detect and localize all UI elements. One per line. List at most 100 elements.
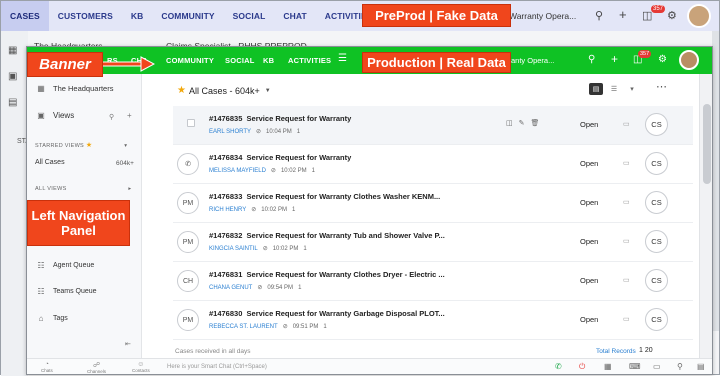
preprod-user-avatar[interactable]	[687, 4, 711, 28]
table-row[interactable]: PM #1476830 Service Request for Warranty…	[173, 301, 693, 340]
bottom-tab-chats[interactable]: ◔ Chats	[41, 361, 53, 373]
production-tab-kb[interactable]: KB	[263, 47, 274, 74]
keyboard-icon[interactable]: ⌨	[629, 362, 641, 371]
delete-icon[interactable]: 🗑	[531, 119, 540, 127]
screen-icon[interactable]: ▭	[653, 362, 661, 371]
table-row[interactable]: ✆ #1476834 Service Request for Warranty …	[173, 145, 693, 184]
production-add-icon[interactable]: +	[611, 52, 618, 66]
row-checkbox[interactable]	[187, 119, 195, 127]
assignee-avatar[interactable]: CS	[645, 269, 668, 292]
list-view-icon[interactable]: ▤	[589, 83, 603, 95]
production-tab-activities[interactable]: ACTIVITIES	[288, 47, 331, 74]
case-status[interactable]: Open	[580, 315, 598, 324]
grid-icon[interactable]: ▦	[604, 362, 612, 371]
nav-tags[interactable]: ⌂ Tags	[35, 314, 68, 323]
nav-headquarters-label: The Headquarters	[53, 84, 114, 93]
notes-icon[interactable]: ▤	[697, 362, 705, 371]
preprod-search-icon[interactable]: ⚲	[595, 9, 603, 22]
search-icon[interactable]: ⚲	[677, 362, 683, 371]
table-row[interactable]: CH #1476831 Service Request for Warranty…	[173, 262, 693, 301]
star-icon: ★	[85, 142, 93, 149]
case-status[interactable]: Open	[580, 276, 598, 285]
case-title[interactable]: #1476835 Service Request for Warranty	[209, 114, 351, 123]
case-contact[interactable]: MELISSA MAYFIELD	[209, 168, 266, 174]
case-contact[interactable]: CHANA GENUT	[209, 285, 252, 291]
power-icon[interactable]: ⏻	[579, 362, 585, 372]
table-row[interactable]: PM #1476832 Service Request for Warranty…	[173, 223, 693, 262]
nav-headquarters[interactable]: ▦ The Headquarters	[35, 84, 113, 93]
comment-icon[interactable]: ▭	[623, 237, 630, 245]
preprod-tab-kb[interactable]: KB	[122, 1, 152, 31]
table-row[interactable]: #1476835 Service Request for Warranty EA…	[173, 106, 693, 145]
assignee-avatar[interactable]: CS	[645, 191, 668, 214]
preprod-callout: PreProd | Fake Data	[362, 4, 511, 27]
preprod-grid-icon[interactable]: ▦	[8, 45, 17, 56]
case-contact[interactable]: KINGCIA SAINTIL	[209, 246, 258, 252]
case-status[interactable]: Open	[580, 198, 598, 207]
table-row[interactable]: PM #1476833 Service Request for Warranty…	[173, 184, 693, 223]
list-view-selector[interactable]: ★ All Cases - 604k+ ▼	[177, 85, 271, 96]
nav-views[interactable]: ▣ Views	[35, 111, 74, 120]
nav-agent-queue[interactable]: ☷ Agent Queue	[35, 261, 94, 270]
preprod-settings-icon[interactable]: ⚙	[667, 9, 677, 22]
assignee-avatar[interactable]: CS	[645, 230, 668, 253]
preprod-print-icon[interactable]: ▤	[8, 97, 17, 108]
scrollbar-thumb[interactable]	[703, 104, 711, 184]
case-contact[interactable]: RICH HENRY	[209, 207, 246, 213]
preprod-tab-social[interactable]: SOCIAL	[224, 1, 275, 31]
nav-starred-views-header[interactable]: STARRED VIEWS ★ ▾	[35, 141, 127, 149]
preprod-views-icon[interactable]: ▣	[8, 71, 17, 82]
bottom-tab-contacts[interactable]: ☺ Contacts	[132, 361, 150, 373]
case-title[interactable]: #1476833 Service Request for Warranty Cl…	[209, 192, 440, 201]
comment-icon[interactable]: ▭	[623, 276, 630, 284]
production-department-selector[interactable]: anty Opera...	[511, 47, 554, 74]
case-title[interactable]: #1476831 Service Request for Warranty Cl…	[209, 270, 445, 279]
views-add-icon[interactable]: +	[127, 111, 132, 120]
chevron-down-icon[interactable]: ▾	[625, 83, 639, 95]
nav-all-views-header[interactable]: ALL VIEWS ▸	[35, 186, 131, 192]
edit-icon[interactable]: ✎	[519, 119, 525, 127]
production-settings-icon[interactable]: ⚙	[658, 54, 667, 65]
total-records-link[interactable]: Total Records	[596, 348, 636, 355]
nav-all-cases[interactable]: All Cases	[35, 159, 65, 166]
comment-icon[interactable]: ▭	[623, 120, 630, 128]
case-status[interactable]: Open	[580, 120, 598, 129]
assignee-avatar[interactable]: CS	[645, 113, 668, 136]
preprod-tab-customers[interactable]: CUSTOMERS	[49, 1, 122, 31]
list-scrollbar[interactable]	[699, 74, 712, 364]
assignee-avatar[interactable]: CS	[645, 308, 668, 331]
preprod-department-selector[interactable]: Warranty Opera...	[509, 1, 576, 31]
production-user-avatar[interactable]	[679, 50, 699, 70]
preprod-tab-cases[interactable]: CASES	[1, 1, 49, 31]
case-title[interactable]: #1476834 Service Request for Warranty	[209, 153, 351, 162]
table-view-icon[interactable]: ☰	[607, 83, 621, 95]
preprod-tab-chat[interactable]: CHAT	[274, 1, 315, 31]
views-search-icon[interactable]: ⚲	[109, 113, 114, 121]
thread-count: 1	[298, 284, 302, 291]
page-size-selector[interactable]: 1 20	[639, 347, 653, 354]
smart-chat-input[interactable]: Here is your Smart Chat (Ctrl+Space)	[167, 364, 267, 370]
phone-icon[interactable]: ✆	[555, 362, 562, 371]
production-menu-icon[interactable]: ☰	[338, 53, 347, 64]
case-title[interactable]: #1476832 Service Request for Warranty Tu…	[209, 231, 445, 240]
case-status[interactable]: Open	[580, 237, 598, 246]
collapse-panel-icon[interactable]: ⇤	[125, 340, 131, 348]
preprod-tab-community[interactable]: COMMUNITY	[152, 1, 223, 31]
comment-icon[interactable]: ▭	[623, 198, 630, 206]
more-options-icon[interactable]: ⋯	[656, 80, 667, 93]
production-search-icon[interactable]: ⚲	[588, 54, 595, 65]
comment-icon[interactable]: ▭	[623, 315, 630, 323]
case-status[interactable]: Open	[580, 159, 598, 168]
split-icon[interactable]: ◫	[506, 119, 513, 127]
nav-teams-queue[interactable]: ☷ Teams Queue	[35, 287, 96, 296]
production-tab-community[interactable]: COMMUNITY	[166, 47, 214, 74]
case-title[interactable]: #1476830 Service Request for Warranty Ga…	[209, 309, 445, 318]
case-contact[interactable]: REBECCA ST. LAURENT	[209, 324, 278, 330]
comment-icon[interactable]: ▭	[623, 159, 630, 167]
case-contact[interactable]: EARL SHORTY	[209, 129, 251, 135]
bottom-tab-channels[interactable]: ☍ Channels	[87, 361, 106, 374]
preprod-add-icon[interactable]: +	[619, 7, 627, 22]
preprod-scrollbar[interactable]	[712, 31, 719, 331]
production-tab-social[interactable]: SOCIAL	[225, 47, 255, 74]
assignee-avatar[interactable]: CS	[645, 152, 668, 175]
